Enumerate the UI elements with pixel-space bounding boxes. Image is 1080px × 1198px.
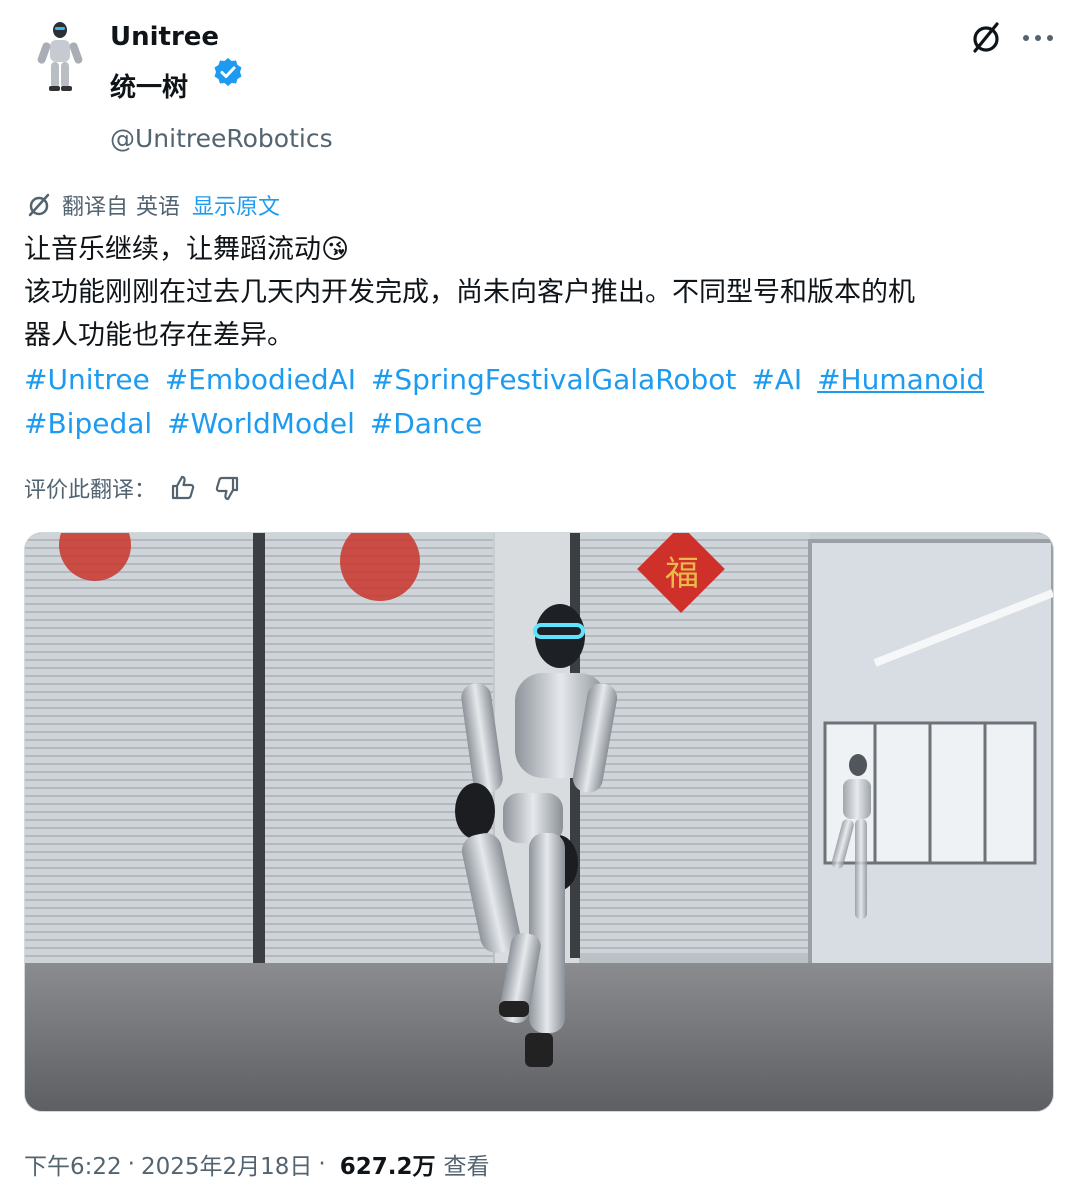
tweet-body: 让音乐继续，让舞蹈流动😘 该功能刚刚在过去几天内开发完成，尚未向客户推出。不同型…	[24, 228, 1054, 357]
hashtag-springfestivalgalarobot[interactable]: #SpringFestivalGalaRobot	[371, 363, 736, 396]
svg-text:福: 福	[665, 554, 699, 594]
hashtag-dance[interactable]: #Dance	[370, 407, 483, 440]
separator: ·	[318, 1151, 326, 1177]
body-line-2: 该功能刚刚在过去几天内开发完成，尚未向客户推出。不同型号和版本的机	[24, 277, 915, 308]
author-cn-name[interactable]: 统一树	[110, 70, 188, 106]
thumbs-down-button[interactable]	[210, 471, 244, 505]
post-time[interactable]: 下午6:22	[24, 1147, 122, 1181]
post-date[interactable]: 2025年2月18日	[141, 1147, 312, 1181]
body-line-1: 让音乐继续，让舞蹈流动😘	[24, 234, 350, 265]
body-line-3: 器人功能也存在差异。	[24, 320, 294, 351]
robot-avatar-icon	[37, 22, 83, 91]
more-dots-icon	[1023, 35, 1053, 41]
author-handle[interactable]: @UnitreeRobotics	[110, 122, 333, 156]
hashtag-list: #Unitree #EmbodiedAI #SpringFestivalGala…	[24, 358, 1054, 446]
rate-translation-label: 评价此翻译：	[24, 478, 157, 503]
grok-icon	[973, 22, 999, 53]
verified-badge-icon[interactable]	[212, 56, 244, 88]
rate-translation-row: 评价此翻译：	[24, 468, 244, 508]
hashtag-worldmodel[interactable]: #WorldModel	[167, 407, 355, 440]
views-label: 查看	[443, 1154, 490, 1180]
dancing-humanoid-robot-image: 福	[25, 533, 1053, 1111]
thumbs-up-icon	[171, 475, 195, 500]
hashtag-humanoid[interactable]: #Humanoid	[817, 363, 984, 396]
hashtag-bipedal[interactable]: #Bipedal	[24, 407, 152, 440]
source-language: 英语	[136, 195, 181, 220]
show-original-link[interactable]: 显示原文	[192, 189, 280, 221]
grok-button[interactable]	[966, 18, 1006, 58]
more-options-button[interactable]	[1018, 20, 1058, 56]
tweet-video[interactable]: 福	[24, 532, 1054, 1112]
thumbs-down-icon	[215, 476, 239, 501]
thumbs-up-button[interactable]	[166, 471, 200, 505]
translation-bar: 翻译自 英语 显示原文	[24, 188, 280, 222]
translated-from-label: 翻译自	[62, 195, 129, 220]
author-avatar[interactable]	[30, 18, 90, 94]
tweet-footer: 下午6:22 · 2025年2月18日 · 627.2万 查看	[24, 1146, 489, 1182]
hashtag-unitree[interactable]: #Unitree	[24, 363, 150, 396]
view-count: 627.2万	[339, 1154, 436, 1180]
grok-translate-icon	[28, 193, 50, 217]
separator: ·	[127, 1151, 135, 1177]
hashtag-ai[interactable]: #AI	[751, 363, 802, 396]
hashtag-embodiedai[interactable]: #EmbodiedAI	[165, 363, 356, 396]
author-display-name[interactable]: Unitree	[110, 20, 219, 54]
